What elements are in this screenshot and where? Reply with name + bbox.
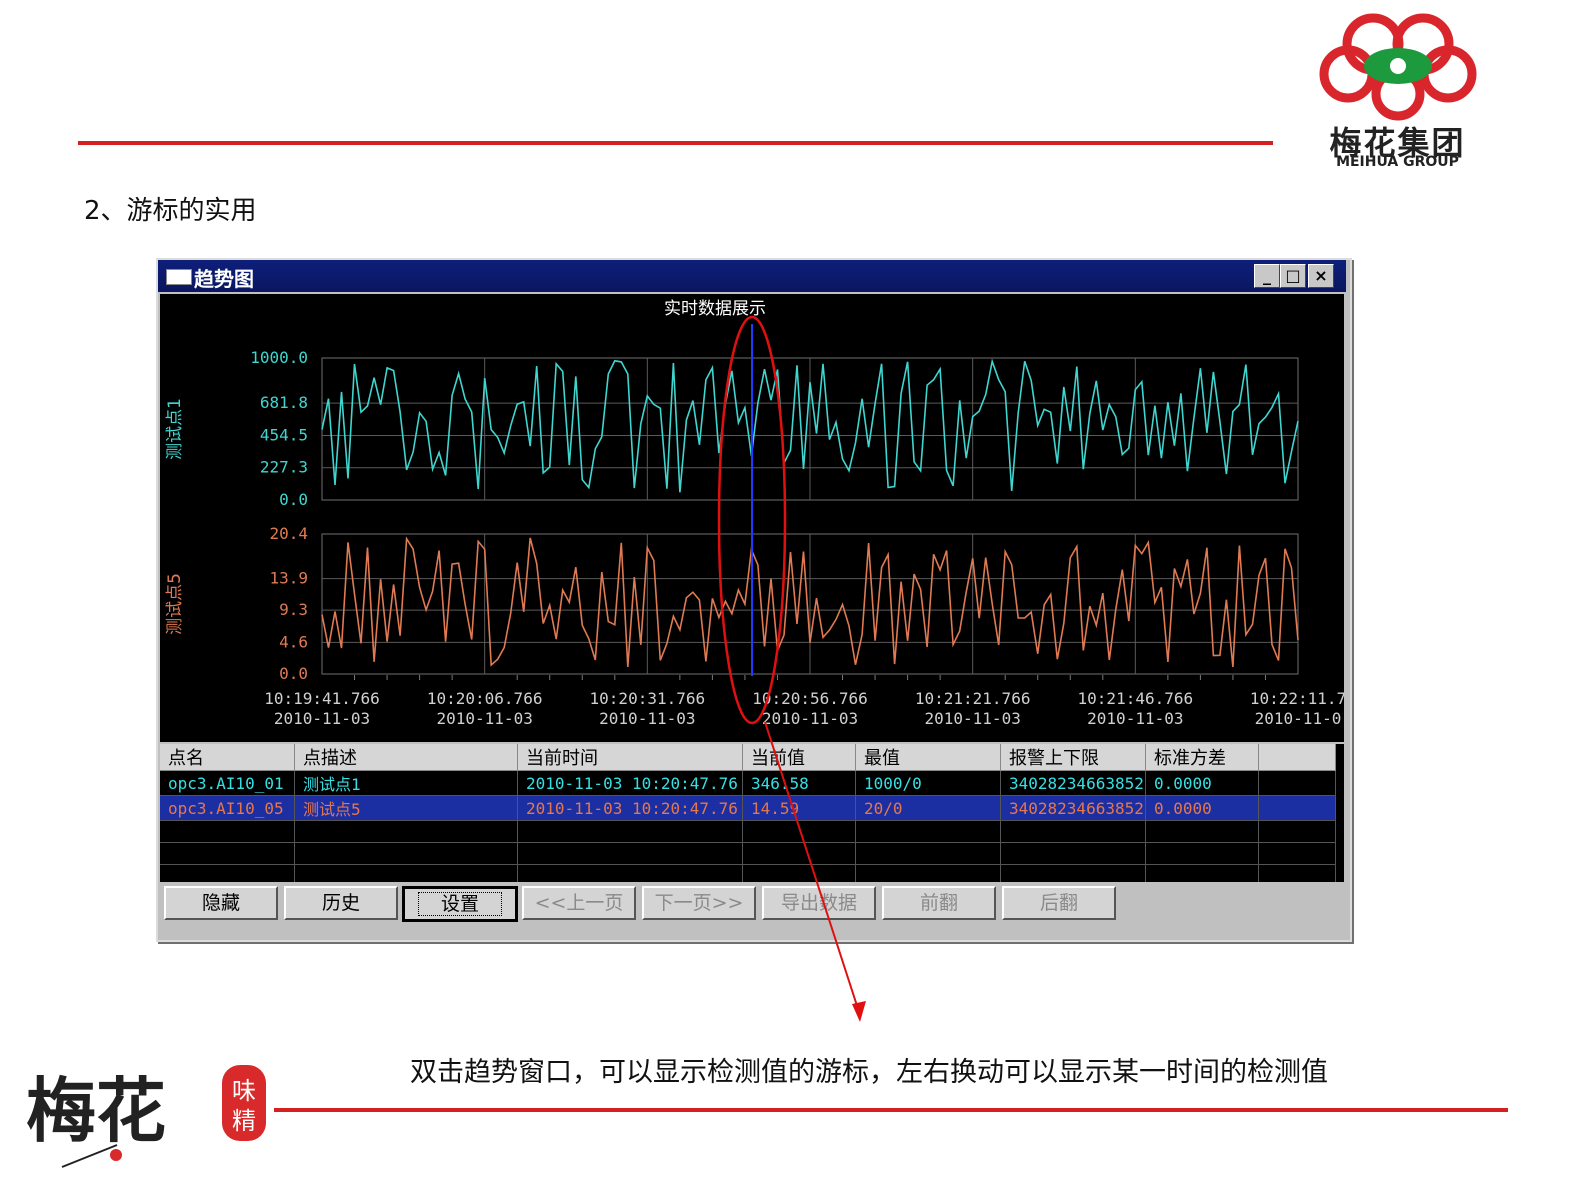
annotation-arrow <box>764 721 861 1016</box>
meihua-brand-art-icon: 梅花 味 精 <box>26 1065 266 1168</box>
svg-text:精: 精 <box>232 1107 256 1135</box>
caption-text: 双击趋势窗口，可以显示检测值的游标，左右换动可以显示某一时间的检测值 <box>410 1057 1328 1088</box>
svg-text:味: 味 <box>232 1077 256 1105</box>
footer-divider <box>274 1108 1508 1112</box>
annotation-overlay <box>717 315 866 1022</box>
brand-calligraphy: 梅花 <box>26 1069 166 1152</box>
cursor-highlight-ellipse <box>717 315 787 725</box>
arrow-head-icon <box>852 1001 866 1022</box>
